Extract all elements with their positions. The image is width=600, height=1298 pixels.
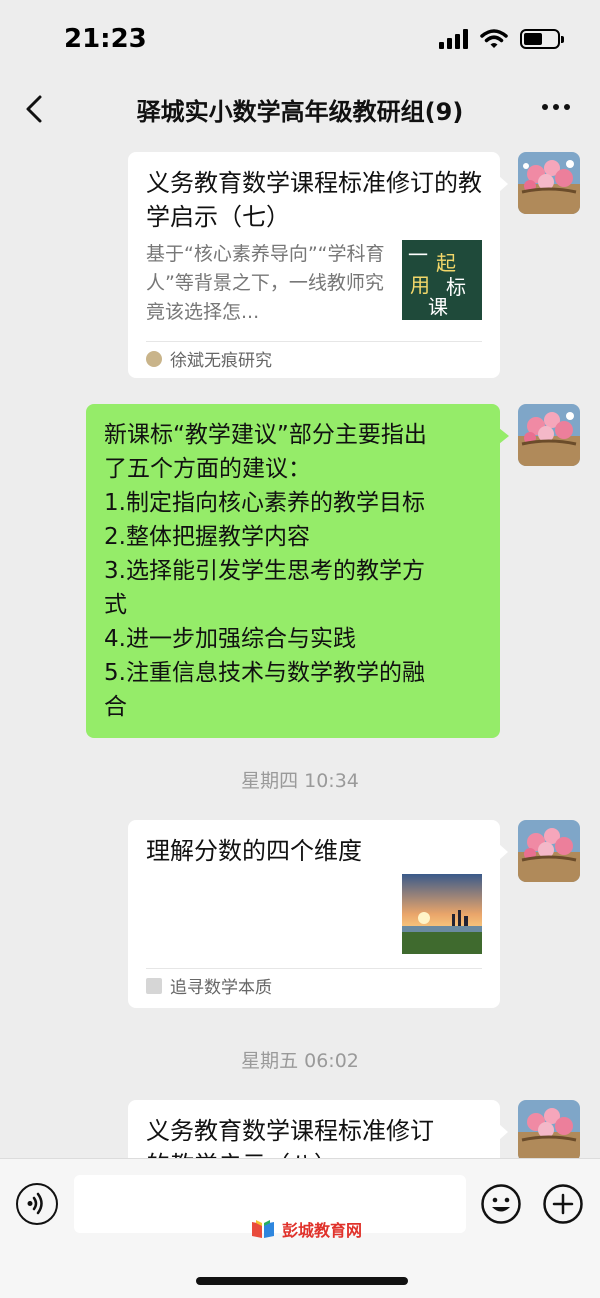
card-description: 基于“核心素养导向”“学科育人”等背景之下，一线教师究竟该选择怎... <box>146 243 385 323</box>
source-name: 徐斌无痕研究 <box>170 351 272 371</box>
home-indicator <box>196 1277 408 1285</box>
link-card[interactable]: 义务教育数学课程标准修订 的教学启示（八） <box>128 1100 508 1158</box>
wifi-icon <box>480 29 508 48</box>
status-bar: 21:23 <box>0 0 600 80</box>
book-logo-icon <box>252 1220 274 1238</box>
message-line: 式 <box>104 592 127 618</box>
voice-icon <box>27 1192 43 1215</box>
thumb-char-5: 课 <box>428 295 448 319</box>
message-line: 新课标“教学建议”部分主要指出 <box>104 422 427 448</box>
thumb-char-2: 起 <box>436 251 456 275</box>
voice-button[interactable] <box>16 1183 58 1225</box>
nav-bar: 驿城实小数学高年级教研组(9) <box>0 80 600 138</box>
watermark: 彭城教育网 <box>250 1217 362 1241</box>
card-source: 追寻数学本质 <box>146 968 482 1002</box>
card-thumbnail: 一 起 用 标 课 <box>402 240 482 320</box>
card-thumbnail <box>402 874 482 954</box>
status-time: 21:23 <box>64 24 147 54</box>
more-button[interactable] <box>536 92 576 122</box>
link-card[interactable]: 义务教育数学课程标准修订的教学启示（七） 基于“核心素养导向”“学科育人”等背景… <box>128 152 508 378</box>
link-card[interactable]: 理解分数的四个维度 追寻数学本质 <box>128 820 508 1008</box>
thumb-char-1: 一 <box>408 243 428 267</box>
emoji-button[interactable] <box>480 1183 522 1225</box>
input-bar: 彭城教育网 <box>0 1158 600 1298</box>
source-name: 追寻数学本质 <box>170 978 272 998</box>
card-title: 理解分数的四个维度 <box>146 837 362 865</box>
message-line: 3.选择能引发学生思考的教学方 <box>104 558 425 584</box>
thumb-char-3: 用 <box>410 273 430 297</box>
more-icon <box>542 104 548 110</box>
message-line: 4.进一步加强综合与实践 <box>104 626 356 652</box>
avatar[interactable] <box>518 1100 580 1158</box>
thumb-char-4: 标 <box>446 275 466 299</box>
status-icons <box>439 28 564 50</box>
battery-icon <box>520 29 564 49</box>
message-line: 5.注重信息技术与数学教学的融 <box>104 660 425 686</box>
source-icon <box>146 350 162 367</box>
message-line: 合 <box>104 694 127 720</box>
avatar[interactable] <box>518 820 580 882</box>
card-source: 徐斌无痕研究 <box>146 341 482 375</box>
watermark-text: 彭城教育网 <box>282 1221 363 1240</box>
chat-area[interactable]: 义务教育数学课程标准修订的教学启示（七） 基于“核心素养导向”“学科育人”等背景… <box>0 140 600 1158</box>
card-title: 义务教育数学课程标准修订的教学启示（七） <box>146 169 482 231</box>
avatar[interactable] <box>518 152 580 214</box>
message-line: 1.制定指向核心素养的教学目标 <box>104 490 425 516</box>
message-line: 了五个方面的建议： <box>104 456 311 482</box>
card-title: 义务教育数学课程标准修订 <box>146 1117 434 1145</box>
plus-icon <box>543 1184 583 1224</box>
text-message[interactable]: 新课标“教学建议”部分主要指出 了五个方面的建议： 1.制定指向核心素养的教学目… <box>86 404 509 738</box>
emoji-icon <box>481 1184 521 1224</box>
chat-title: 驿城实小数学高年级教研组(9) <box>136 98 464 126</box>
card-title-cut: 的教学启示（八） <box>146 1148 482 1158</box>
time-divider: 星期四 10:34 <box>241 770 359 792</box>
avatar[interactable] <box>518 404 580 466</box>
source-icon <box>146 977 162 994</box>
plus-button[interactable] <box>542 1183 584 1225</box>
time-divider: 星期五 06:02 <box>241 1050 359 1072</box>
message-line: 2.整体把握教学内容 <box>104 524 310 550</box>
signal-icon <box>439 29 468 49</box>
